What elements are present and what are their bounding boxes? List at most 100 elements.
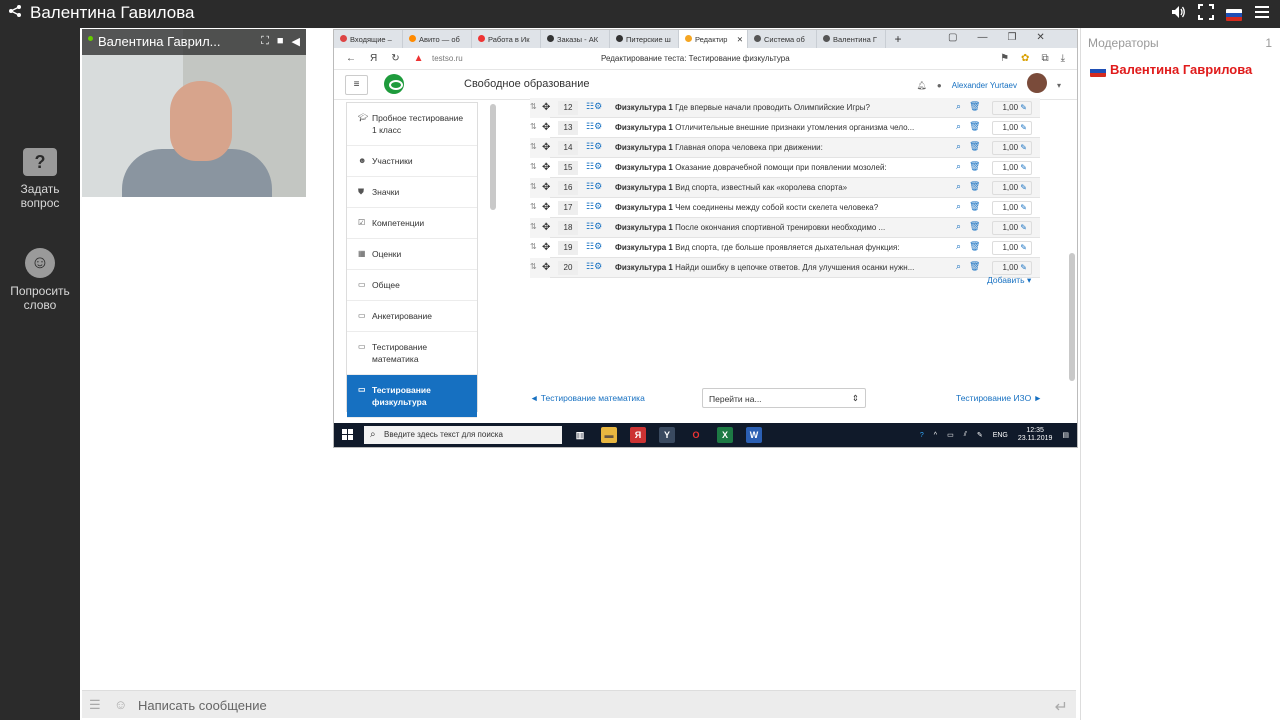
sidebar-item[interactable]: ☑ Компетенции <box>347 208 477 239</box>
chat-message-input[interactable]: Написать сообщение <box>138 698 267 713</box>
edit-pencil-icon[interactable]: ✎ <box>1020 143 1027 152</box>
delete-icon[interactable]: 🗑︎ <box>969 161 980 172</box>
page-break-icon[interactable]: ⇅ <box>530 242 537 251</box>
edit-pencil-icon[interactable]: ✎ <box>1020 183 1027 192</box>
add-button[interactable]: Добавить ▾ <box>987 275 1031 286</box>
share-icon[interactable] <box>8 3 22 23</box>
tray-chevron-icon[interactable]: ^ <box>934 432 937 439</box>
sidebar-item[interactable]: ▭ Анкетирование <box>347 301 477 332</box>
request-word-button[interactable]: ☺ Попросить слово <box>0 248 80 312</box>
browser-tab[interactable]: Редактир ✕ <box>679 30 748 48</box>
word-icon[interactable]: W <box>746 427 762 443</box>
browser-tab[interactable]: Питерские ш <box>610 30 679 48</box>
opera-icon[interactable]: O <box>688 427 704 443</box>
bookmark-flag-icon[interactable]: ⚑ <box>1000 53 1009 64</box>
sidebar-item[interactable]: ▭ Тестирование физкультура <box>347 375 477 418</box>
page-break-icon[interactable]: ⇅ <box>530 182 537 191</box>
question-text[interactable]: Физкультура 1 Отличительные внешние приз… <box>615 123 945 132</box>
notification-icon[interactable]: ▤ <box>1062 431 1069 439</box>
language-flag-icon[interactable] <box>1226 8 1242 21</box>
edit-pencil-icon[interactable]: ✎ <box>1020 103 1027 112</box>
clock[interactable]: 12:35 23.11.2019 <box>1018 427 1053 443</box>
edit-pencil-icon[interactable]: ✎ <box>1020 163 1027 172</box>
download-icon[interactable]: ⤓ <box>1061 53 1065 64</box>
preview-icon[interactable]: ⌕ <box>956 101 961 112</box>
excel-icon[interactable]: X <box>717 427 733 443</box>
chevron-down-icon[interactable]: ▾ <box>1057 81 1061 90</box>
question-text[interactable]: Физкультура 1 Чем соединены между собой … <box>615 203 945 212</box>
back-icon[interactable]: ← <box>346 53 356 64</box>
max-mark-field[interactable]: 1,00 ✎ <box>992 121 1032 135</box>
delete-icon[interactable]: 🗑︎ <box>969 241 980 252</box>
max-mark-field[interactable]: 1,00 ✎ <box>992 221 1032 235</box>
question-text[interactable]: Физкультура 1 Вид спорта, известный как … <box>615 183 945 192</box>
windows-start-icon[interactable] <box>342 429 354 441</box>
delete-icon[interactable]: 🗑︎ <box>969 101 980 112</box>
pen-icon[interactable]: ✎ <box>977 431 983 439</box>
move-icon[interactable]: ✥ <box>542 102 550 113</box>
yandex-browser-icon[interactable]: Y <box>659 427 675 443</box>
site-logo-icon[interactable] <box>384 74 404 94</box>
fullscreen-icon[interactable] <box>1198 4 1214 25</box>
yandex-app-icon[interactable]: Я <box>630 427 646 443</box>
max-mark-field[interactable]: 1,00 ✎ <box>992 241 1032 255</box>
browser-tab[interactable]: Входящие – <box>334 30 403 48</box>
page-break-icon[interactable]: ⇅ <box>530 102 537 111</box>
bookmark-icon[interactable]: ▢ <box>948 32 957 43</box>
max-mark-field[interactable]: 1,00 ✎ <box>992 261 1032 275</box>
move-icon[interactable]: ✥ <box>542 242 550 253</box>
page-break-icon[interactable]: ⇅ <box>530 122 537 131</box>
url-text[interactable]: testso.ru <box>432 54 463 63</box>
move-icon[interactable]: ✥ <box>542 182 550 193</box>
delete-icon[interactable]: 🗑︎ <box>969 261 980 272</box>
prev-section-link[interactable]: ◄ Тестирование математика <box>530 393 645 403</box>
file-explorer-icon[interactable]: ▬ <box>601 427 617 443</box>
bell-icon[interactable]: 🔔︎ <box>917 81 927 90</box>
sidebar-item[interactable]: ▭ Тестирование математика <box>347 332 477 375</box>
preview-icon[interactable]: ⌕ <box>956 261 961 272</box>
move-icon[interactable]: ✥ <box>542 142 550 153</box>
extension-icon[interactable]: ✿ <box>1021 53 1029 64</box>
speaker-icon[interactable]: ◀ <box>292 35 300 48</box>
sidebar-item[interactable]: ▦ Оценки <box>347 239 477 270</box>
edit-pencil-icon[interactable]: ✎ <box>1020 243 1027 252</box>
browser-tab[interactable]: Валентина Г <box>817 30 886 48</box>
sidebar-item[interactable]: ▭ Общее <box>347 270 477 301</box>
browser-tab[interactable]: Заказы - АК <box>541 30 610 48</box>
jump-to-select[interactable]: Перейти на... ⇕ <box>702 388 866 408</box>
delete-icon[interactable]: 🗑︎ <box>969 141 980 152</box>
move-icon[interactable]: ✥ <box>542 262 550 273</box>
question-text[interactable]: Физкультура 1 Найди ошибку в цепочке отв… <box>615 263 945 272</box>
delete-icon[interactable]: 🗑︎ <box>969 201 980 212</box>
maximize-icon[interactable]: ❐ <box>1007 32 1016 43</box>
volume-icon[interactable] <box>1170 4 1186 25</box>
expand-icon[interactable]: ⛶ <box>261 35 269 48</box>
sidebar-item[interactable]: 🎓︎ Пробное тестирование 1 класс <box>347 103 477 146</box>
input-language[interactable]: ENG <box>993 432 1008 439</box>
chat-menu-icon[interactable]: ☰ <box>89 697 101 713</box>
browser-tab[interactable]: Работа в Ик <box>472 30 541 48</box>
preview-icon[interactable]: ⌕ <box>956 201 961 212</box>
move-icon[interactable]: ✥ <box>542 122 550 133</box>
chat-icon[interactable]: ● <box>937 81 942 90</box>
sync-icon[interactable]: ⧉ <box>1041 53 1048 64</box>
network-icon[interactable]: ⫽ <box>964 431 967 439</box>
task-view-icon[interactable]: ▥ <box>572 427 588 443</box>
max-mark-field[interactable]: 1,00 ✎ <box>992 201 1032 215</box>
page-break-icon[interactable]: ⇅ <box>530 222 537 231</box>
page-break-icon[interactable]: ⇅ <box>530 262 537 271</box>
next-section-link[interactable]: Тестирование ИЗО ► <box>956 393 1042 403</box>
hamburger-menu-button[interactable]: ≡ <box>345 75 368 95</box>
user-name[interactable]: Alexander Yurtaev <box>952 81 1017 90</box>
question-text[interactable]: Физкультура 1 Оказание доврачебной помощ… <box>615 163 945 172</box>
move-icon[interactable]: ✥ <box>542 222 550 233</box>
reload-icon[interactable]: ↻ <box>391 53 399 64</box>
max-mark-field[interactable]: 1,00 ✎ <box>992 161 1032 175</box>
page-scrollbar[interactable] <box>1069 253 1075 381</box>
delete-icon[interactable]: 🗑︎ <box>969 221 980 232</box>
yandex-icon[interactable]: Я <box>370 53 377 64</box>
sidebar-item[interactable]: ☻ Участники <box>347 146 477 177</box>
help-icon[interactable]: ? <box>920 432 924 439</box>
edit-pencil-icon[interactable]: ✎ <box>1020 223 1027 232</box>
preview-icon[interactable]: ⌕ <box>956 161 961 172</box>
